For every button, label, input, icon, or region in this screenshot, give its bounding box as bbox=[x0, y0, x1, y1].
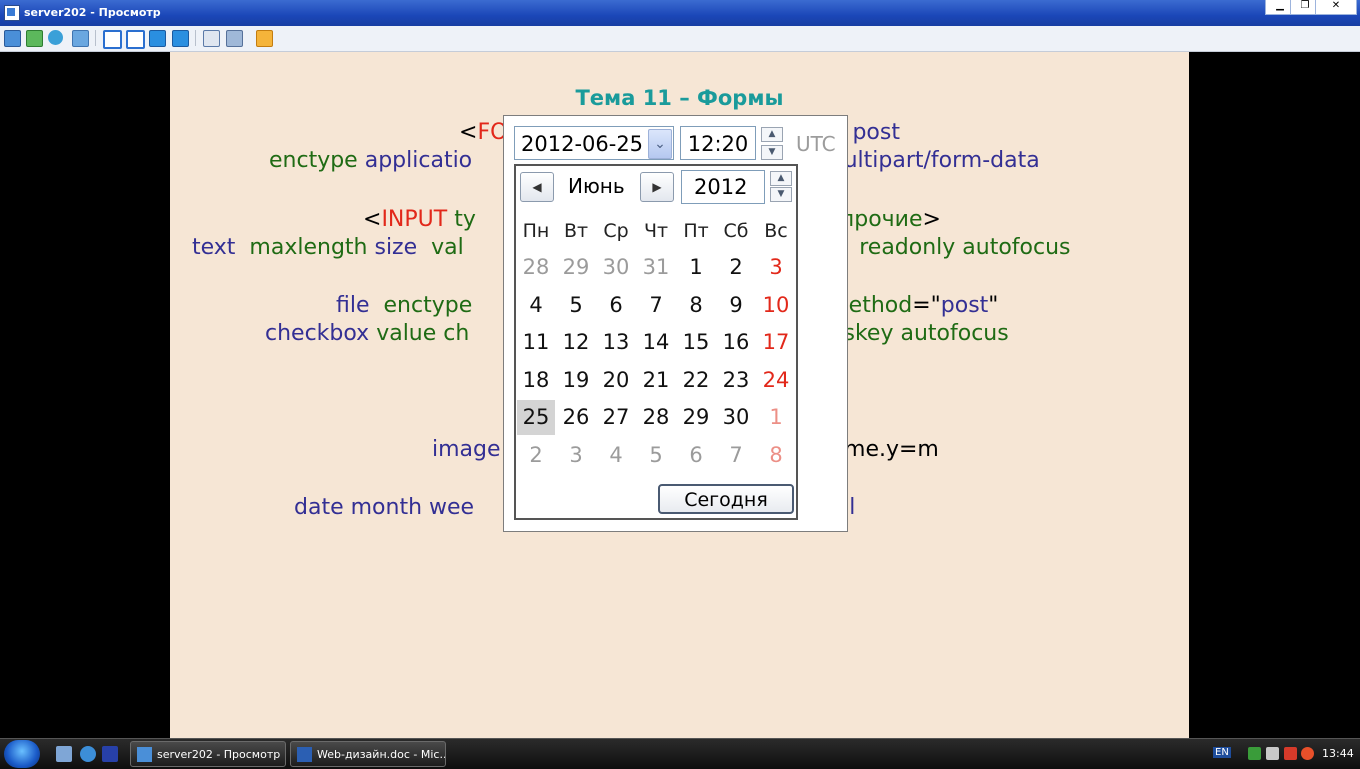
toolbar-separator bbox=[195, 30, 196, 46]
taskbar-clock: 13:44 bbox=[1322, 747, 1354, 760]
close-box-icon[interactable] bbox=[256, 30, 273, 47]
calendar-day-cell[interactable]: 2 bbox=[717, 250, 755, 285]
language-indicator[interactable]: EN bbox=[1213, 747, 1231, 758]
calendar-day-cell[interactable]: 15 bbox=[677, 325, 715, 360]
calendar-day-cell[interactable]: 26 bbox=[557, 400, 595, 435]
monitor-icon[interactable] bbox=[4, 30, 21, 47]
timezone-label: UTC bbox=[796, 132, 836, 156]
calendar-day-cell[interactable]: 3 bbox=[557, 438, 595, 473]
calendar-day-cell[interactable]: 16 bbox=[717, 325, 755, 360]
calendar-day-cell[interactable]: 5 bbox=[637, 438, 675, 473]
calendar-day-cell[interactable]: 1 bbox=[757, 400, 795, 435]
month-label: Июнь bbox=[568, 174, 625, 198]
toolbar-separator bbox=[95, 30, 96, 46]
close-button[interactable]: ✕ bbox=[1315, 0, 1357, 15]
calendar-day-cell[interactable]: 10 bbox=[757, 288, 795, 323]
calendar-day-cell[interactable]: 8 bbox=[677, 288, 715, 323]
date-value: 2012-06-25 bbox=[521, 132, 644, 156]
calendar-day-cell[interactable]: 20 bbox=[597, 363, 635, 398]
media-icon[interactable] bbox=[102, 746, 118, 762]
calendar-day-cell[interactable]: 2 bbox=[517, 438, 555, 473]
weekday-label: Пт bbox=[683, 220, 709, 242]
today-button[interactable]: Сегодня bbox=[658, 484, 794, 514]
start-button[interactable] bbox=[4, 740, 40, 768]
calendar-day-cell[interactable]: 4 bbox=[597, 438, 635, 473]
calendar-day-cell[interactable]: 13 bbox=[597, 325, 635, 360]
taskbar-item-server202[interactable]: server202 - Просмотр bbox=[130, 741, 286, 767]
security-tray-icon[interactable] bbox=[1284, 747, 1297, 760]
calendar-day-cell[interactable]: 25 bbox=[517, 400, 555, 435]
show-desktop-icon[interactable] bbox=[56, 746, 72, 762]
next-month-button[interactable]: ▶ bbox=[640, 172, 674, 202]
calendar-day-cell[interactable]: 30 bbox=[717, 400, 755, 435]
calendar-day-cell[interactable]: 18 bbox=[517, 363, 555, 398]
calendar-day-cell[interactable]: 12 bbox=[557, 325, 595, 360]
calendar-day-cell[interactable]: 23 bbox=[717, 363, 755, 398]
calendar-day-cell[interactable]: 29 bbox=[557, 250, 595, 285]
app-icon bbox=[4, 5, 20, 21]
calendar-day-cell[interactable]: 8 bbox=[757, 438, 795, 473]
calendar-day-cell[interactable]: 29 bbox=[677, 400, 715, 435]
word-icon bbox=[297, 747, 312, 762]
calendar-day-cell[interactable]: 24 bbox=[757, 363, 795, 398]
calendar-popup: ◀ Июнь ▶ 2012 ▲ ▼ Пн Вт Ср Чт Пт Сб Вс 28 29 30 3… bbox=[514, 164, 798, 520]
time-spin-up-icon[interactable]: ▲ bbox=[761, 127, 783, 142]
prev-month-button[interactable]: ◀ bbox=[520, 172, 554, 202]
calendar-day-cell[interactable]: 6 bbox=[597, 288, 635, 323]
window-icon[interactable] bbox=[103, 30, 122, 49]
year-input[interactable]: 2012 bbox=[681, 170, 765, 204]
calendar-day-cell[interactable]: 1 bbox=[677, 250, 715, 285]
weekday-label: Вт bbox=[563, 220, 589, 242]
viewer-app-icon bbox=[137, 747, 152, 762]
date-input[interactable]: 2012-06-25 ⌄ bbox=[514, 126, 674, 160]
calendar-day-cell[interactable]: 7 bbox=[637, 288, 675, 323]
fullscreen-icon[interactable] bbox=[126, 30, 145, 49]
taskbar-item-word-doc[interactable]: Web-дизайн.doc - Mic... bbox=[290, 741, 446, 767]
calendar-day-cell[interactable]: 11 bbox=[517, 325, 555, 360]
weekday-label: Вс bbox=[764, 220, 788, 242]
weekday-label: Чт bbox=[643, 220, 669, 242]
weekday-label: Сб bbox=[723, 220, 749, 242]
calendar-day-cell[interactable]: 14 bbox=[637, 325, 675, 360]
calendar-day-cell[interactable]: 28 bbox=[517, 250, 555, 285]
calendar-day-cell[interactable]: 30 bbox=[597, 250, 635, 285]
calendar-day-cell[interactable]: 19 bbox=[557, 363, 595, 398]
viewer-toolbar bbox=[0, 26, 1360, 52]
calendar-day-cell[interactable]: 3 bbox=[757, 250, 795, 285]
calendar-day-cell[interactable]: 4 bbox=[517, 288, 555, 323]
year-spin-down-icon[interactable]: ▼ bbox=[770, 187, 792, 202]
window-title: server202 - Просмотр bbox=[24, 6, 161, 19]
tools-icon[interactable] bbox=[226, 30, 243, 47]
calendar-day-cell[interactable]: 27 bbox=[597, 400, 635, 435]
antivirus-tray-icon[interactable] bbox=[1301, 747, 1314, 760]
blue-square-icon[interactable] bbox=[149, 30, 166, 47]
calendar-day-cell[interactable]: 22 bbox=[677, 363, 715, 398]
calendar-day-cell[interactable]: 6 bbox=[677, 438, 715, 473]
dropdown-arrow-icon[interactable]: ⌄ bbox=[648, 129, 672, 159]
window-title-bar[interactable]: server202 - Просмотр ▁ ❐ ✕ bbox=[0, 0, 1360, 26]
calendar-day-cell[interactable]: 9 bbox=[717, 288, 755, 323]
calendar-day-cell[interactable]: 28 bbox=[637, 400, 675, 435]
datetime-picker-widget: 2012-06-25 ⌄ 12:20 ▲ ▼ UTC ◀ Июнь ▶ 2012… bbox=[503, 115, 848, 532]
network-tray-icon[interactable] bbox=[1248, 747, 1261, 760]
calendar-day-cell[interactable]: 17 bbox=[757, 325, 795, 360]
volume-icon[interactable] bbox=[1266, 747, 1279, 760]
year-spin-up-icon[interactable]: ▲ bbox=[770, 171, 792, 186]
calendar-day-cell[interactable]: 21 bbox=[637, 363, 675, 398]
internet-explorer-icon[interactable] bbox=[80, 746, 96, 762]
time-input[interactable]: 12:20 bbox=[680, 126, 756, 160]
time-spin-down-icon[interactable]: ▼ bbox=[761, 145, 783, 160]
taskbar: server202 - Просмотр Web-дизайн.doc - Mi… bbox=[0, 738, 1360, 769]
calendar-day-cell[interactable]: 5 bbox=[557, 288, 595, 323]
chat-icon[interactable] bbox=[72, 30, 89, 47]
phone-icon[interactable] bbox=[48, 30, 63, 45]
weekday-label: Ср bbox=[603, 220, 629, 242]
calendar-day-cell[interactable]: 7 bbox=[717, 438, 755, 473]
calendar-day-cell[interactable]: 31 bbox=[637, 250, 675, 285]
network-icon[interactable] bbox=[26, 30, 43, 47]
settings-blue-icon[interactable] bbox=[172, 30, 189, 47]
weekday-label: Пн bbox=[522, 220, 550, 242]
copy-icon[interactable] bbox=[203, 30, 220, 47]
document-heading: Тема 11 – Формы bbox=[575, 86, 784, 110]
